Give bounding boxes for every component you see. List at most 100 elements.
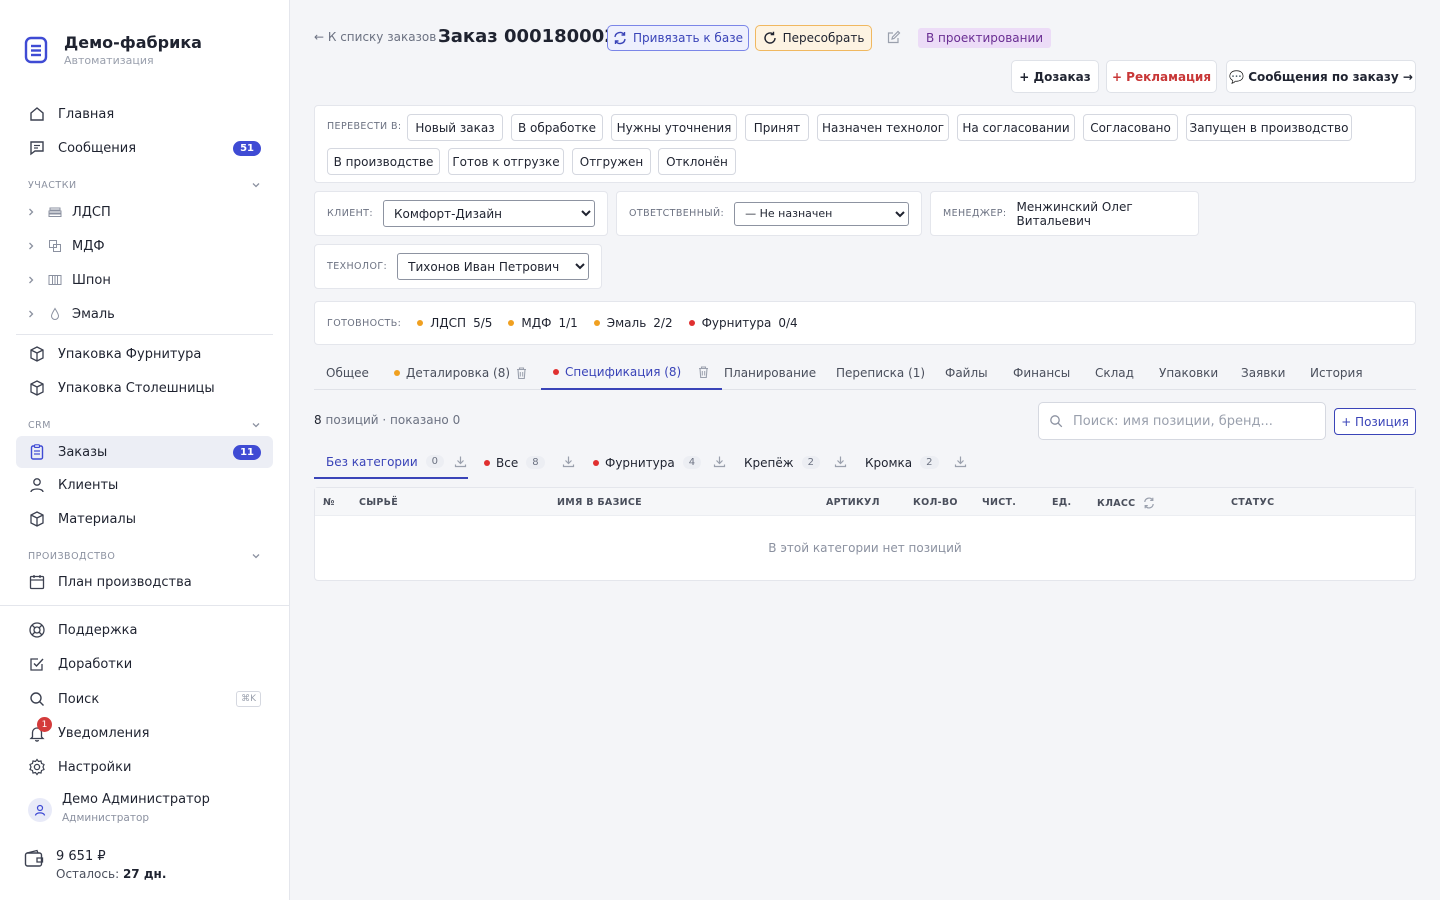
tab-details[interactable]: Деталировка (8) (394, 356, 510, 390)
client-select[interactable]: Комфорт-Дизайн (382, 200, 595, 227)
column-header[interactable]: КОЛ-ВО (913, 497, 958, 508)
tab-specification[interactable]: Спецификация (8) (541, 356, 723, 390)
nav-clients[interactable]: Клиенты (16, 469, 273, 501)
readiness-value: 5/5 (473, 316, 493, 330)
nav-pack-countertops[interactable]: Упаковка Столешницы (16, 372, 273, 404)
trash-icon[interactable] (515, 366, 528, 380)
balance[interactable]: 9 651 ₽ Осталось: 27 дн. (24, 849, 166, 881)
notifications-icon-wrap: 1 (28, 717, 52, 742)
column-header[interactable]: АРТИКУЛ (826, 497, 880, 508)
tab-correspondence[interactable]: Переписка (1) (836, 356, 925, 390)
technologist-select[interactable]: Тихонов Иван Петрович (397, 253, 589, 280)
complaint-button[interactable]: + Рекламация (1106, 60, 1217, 93)
tab-packages[interactable]: Упаковки (1159, 356, 1218, 390)
nav-pack-hardware-label: Упаковка Фурнитура (58, 346, 202, 362)
nav-pack-countertops-label: Упаковка Столешницы (58, 380, 215, 396)
nav-production-plan[interactable]: План производства (16, 566, 273, 598)
wallet-icon (24, 849, 44, 867)
download-icon[interactable] (562, 455, 575, 468)
add-position-button[interactable]: + Позиция (1334, 408, 1416, 435)
trash-icon[interactable] (697, 365, 710, 379)
tab-history[interactable]: История (1310, 356, 1363, 390)
tab-files[interactable]: Файлы (945, 356, 988, 390)
status-option[interactable]: Отклонён (658, 148, 736, 175)
category-tab-all[interactable]: Все 8 (484, 446, 545, 479)
position-search[interactable] (1038, 402, 1326, 440)
status-dot (417, 320, 424, 326)
workshop-mdf[interactable]: МДФ (26, 231, 266, 261)
divider (0, 605, 290, 606)
column-header[interactable]: ЧИСТ. (982, 497, 1016, 508)
workshop-enamel-label: Эмаль (72, 306, 115, 322)
download-icon[interactable] (834, 455, 847, 468)
category-tab-uncategorized[interactable]: Без категории 0 (314, 446, 468, 479)
status-option[interactable]: Запущен в производство (1186, 114, 1352, 141)
drop-icon (50, 307, 60, 320)
sync-icon[interactable] (1143, 497, 1155, 509)
responsible-select[interactable]: — Не назначен (734, 201, 909, 226)
readiness-item: ЛДСП 5/5 (417, 316, 492, 330)
nav-home[interactable]: Главная (16, 98, 273, 130)
user-name: Демо Администратор (62, 792, 210, 807)
status-option[interactable]: На согласовании (957, 114, 1075, 141)
technologist-field: ТЕХНОЛОГ: Тихонов Иван Петрович (314, 244, 602, 289)
status-option[interactable]: Нужны уточнения (611, 114, 737, 141)
back-to-orders-link[interactable]: ← К списку заказов (314, 30, 436, 44)
rebuild-button[interactable]: Пересобрать (755, 25, 872, 51)
add-order-button[interactable]: + Дозаказ (1011, 60, 1099, 93)
tab-requests[interactable]: Заявки (1241, 356, 1285, 390)
workshop-ldsp[interactable]: ЛДСП (26, 197, 266, 227)
tab-warehouse[interactable]: Склад (1095, 356, 1134, 390)
workshop-veneer[interactable]: Шпон (26, 265, 266, 295)
tab-general[interactable]: Общее (326, 356, 369, 390)
nav-search[interactable]: Поиск ⌘K (16, 683, 273, 715)
status-option[interactable]: Готов к отгрузке (448, 148, 564, 175)
column-header[interactable]: СЫРЬЁ (359, 497, 398, 508)
download-icon[interactable] (954, 455, 967, 468)
status-option[interactable]: Отгружен (572, 148, 651, 175)
section-production[interactable]: ПРОИЗВОДСТВО (28, 550, 262, 562)
status-option[interactable]: Назначен технолог (817, 114, 949, 141)
column-header[interactable]: СТАТУС (1231, 497, 1274, 508)
section-workshops[interactable]: УЧАСТКИ (28, 179, 262, 191)
tab-planning[interactable]: Планирование (724, 356, 816, 390)
nav-pack-hardware[interactable]: Упаковка Фурнитура (16, 338, 273, 370)
download-icon[interactable] (454, 455, 467, 468)
order-status-badge: В проектировании (918, 28, 1052, 48)
nav-settings[interactable]: Настройки (16, 751, 273, 783)
nav-materials[interactable]: Материалы (16, 503, 273, 535)
nav-orders[interactable]: Заказы 11 (16, 436, 273, 468)
category-tab-hardware[interactable]: Фурнитура 4 (593, 446, 702, 479)
status-option[interactable]: В обработке (511, 114, 603, 141)
category-tab-fasteners[interactable]: Крепёж 2 (744, 446, 820, 479)
section-crm[interactable]: CRM (28, 419, 262, 431)
status-option[interactable]: Согласовано (1083, 114, 1178, 141)
nav-support[interactable]: Поддержка (16, 614, 273, 646)
readiness-label: ГОТОВНОСТЬ: (327, 317, 402, 329)
order-messages-button[interactable]: 💬 Сообщения по заказу → (1226, 60, 1416, 93)
column-header[interactable]: № (323, 497, 335, 508)
download-icon[interactable] (713, 455, 726, 468)
column-header[interactable]: ЕД. (1052, 497, 1071, 508)
column-header[interactable]: КЛАСС (1097, 497, 1155, 509)
brand-name: Демо-фабрика (64, 33, 202, 52)
readiness-name: Фурнитура (701, 316, 772, 330)
nav-improvements[interactable]: Доработки (16, 648, 273, 680)
status-option[interactable]: Принят (745, 114, 809, 141)
clipboard-icon (30, 444, 44, 460)
status-option[interactable]: Новый заказ (407, 114, 503, 141)
column-header[interactable]: ИМЯ В БАЗИСЕ (557, 497, 642, 508)
edit-icon[interactable] (887, 30, 901, 44)
nav-notifications[interactable]: 1 Уведомления (16, 717, 273, 749)
brand[interactable]: Демо-фабрика Автоматизация (24, 34, 202, 67)
category-name: Кромка (865, 455, 913, 470)
tab-finance[interactable]: Финансы (1013, 356, 1070, 390)
user-profile[interactable]: Демо Администратор Администратор (28, 792, 210, 824)
nav-messages[interactable]: Сообщения 51 (16, 132, 273, 164)
workshop-mdf-label: МДФ (72, 238, 105, 254)
category-tab-edging[interactable]: Кромка 2 (865, 446, 939, 479)
status-option[interactable]: В производстве (327, 148, 440, 175)
workshop-enamel[interactable]: Эмаль (26, 299, 266, 329)
position-search-input[interactable] (1073, 413, 1313, 429)
bind-to-base-button[interactable]: Привязать к базе (607, 25, 749, 51)
